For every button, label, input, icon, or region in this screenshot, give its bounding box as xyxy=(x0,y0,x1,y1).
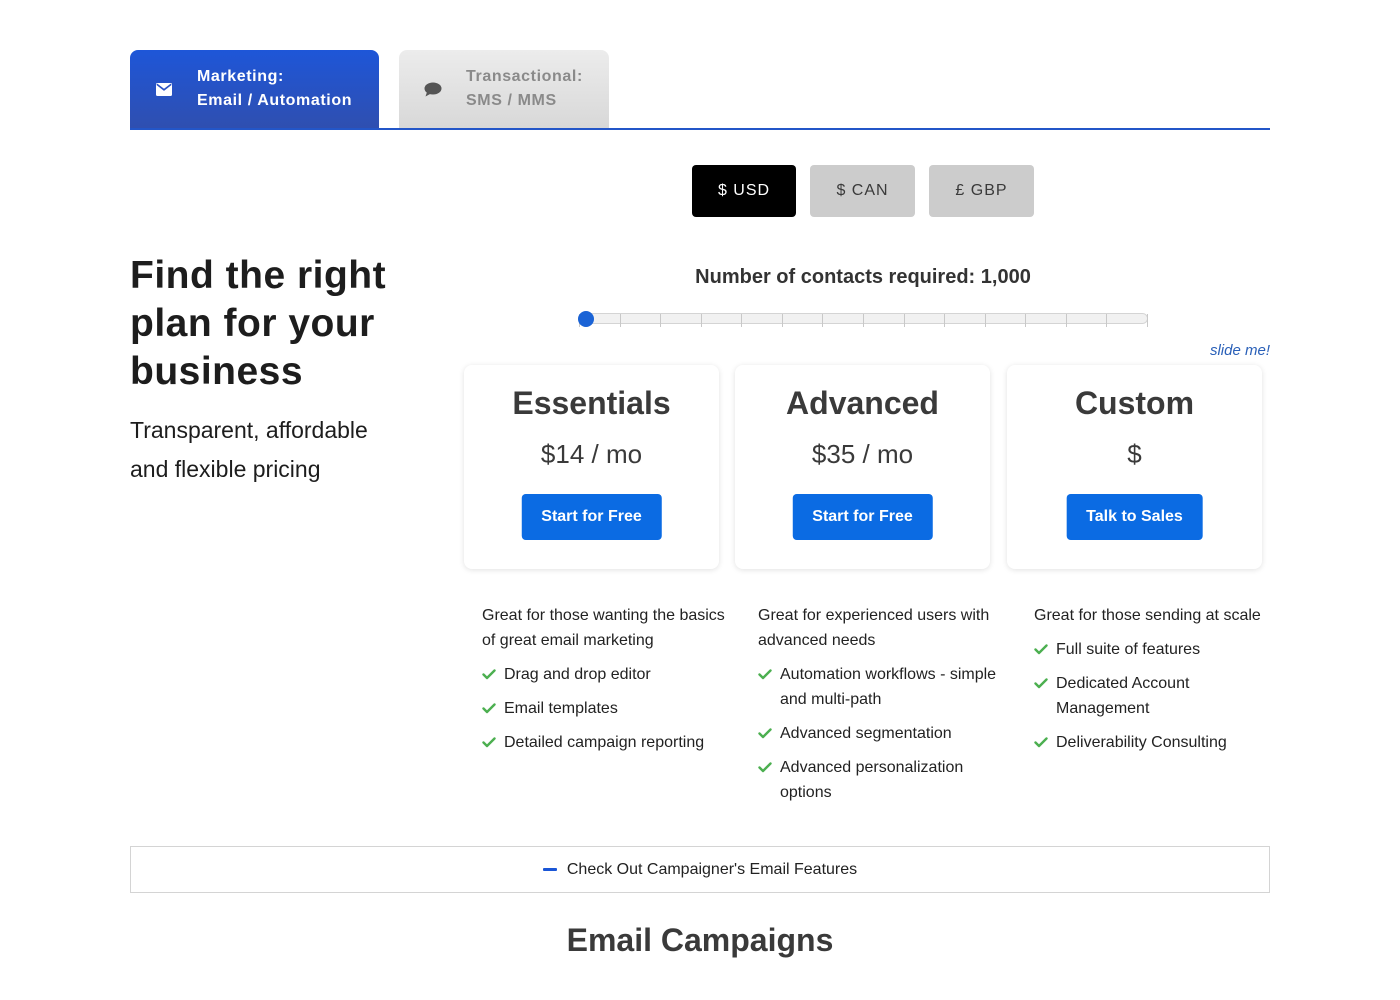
currency-can-button[interactable]: $ CAN xyxy=(810,165,915,217)
slider-tick xyxy=(1147,314,1148,327)
feature-item: Deliverability Consulting xyxy=(1034,730,1279,755)
contacts-slider-track[interactable] xyxy=(578,313,1148,327)
checkmark-icon xyxy=(482,662,504,687)
slider-hint: slide me! xyxy=(1209,342,1270,359)
plan-card-advanced: Advanced $35 / mo Start for Free xyxy=(735,365,990,569)
feature-text: Detailed campaign reporting xyxy=(504,734,705,751)
checkmark-icon xyxy=(482,730,504,755)
tab-marketing[interactable]: Marketing: Email / Automation xyxy=(130,50,379,128)
checkmark-icon xyxy=(482,696,504,721)
checkmark-icon xyxy=(1034,671,1056,696)
feature-item: Email templates xyxy=(482,696,727,721)
start-for-free-button[interactable]: Start for Free xyxy=(521,494,662,540)
slider-tick xyxy=(822,314,823,327)
slider-tick xyxy=(944,314,945,327)
currency-usd-button[interactable]: $ USD xyxy=(692,165,796,217)
slider-tick xyxy=(1106,314,1107,327)
currency-gbp-button[interactable]: £ GBP xyxy=(929,165,1034,217)
contacts-slider-handle[interactable] xyxy=(578,311,594,327)
feature-text: Drag and drop editor xyxy=(504,666,651,683)
tab-marketing-title: Marketing: xyxy=(197,68,284,85)
slider-tick xyxy=(782,314,783,327)
checkmark-icon xyxy=(1034,637,1056,662)
feature-item: Full suite of features xyxy=(1034,637,1279,662)
feature-item: Advanced segmentation xyxy=(758,721,1003,746)
feature-item: Advanced personalization options xyxy=(758,755,1003,805)
checkmark-icon xyxy=(758,755,780,780)
plan-description: Great for those wanting the basics of gr… xyxy=(482,607,725,649)
slider-tick xyxy=(863,314,864,327)
feature-text: Advanced segmentation xyxy=(780,725,952,742)
feature-text: Automation workflows - simple and multi-… xyxy=(780,666,997,708)
slider-tick xyxy=(660,314,661,327)
plan-card-essentials: Essentials $14 / mo Start for Free xyxy=(464,365,719,569)
slider-tick xyxy=(1066,314,1067,327)
feature-text: Deliverability Consulting xyxy=(1056,734,1227,751)
chat-bubble-icon xyxy=(399,82,466,97)
plan-name: Essentials xyxy=(512,385,671,421)
feature-item: Detailed campaign reporting xyxy=(482,730,727,755)
tab-transactional-subtitle: SMS / MMS xyxy=(466,92,557,109)
plan-price: $ xyxy=(1127,439,1142,469)
section-title: Email Campaigns xyxy=(566,922,834,958)
feature-text: Advanced personalization options xyxy=(780,759,964,801)
feature-text: Dedicated Account Management xyxy=(1056,675,1190,717)
plan-price: $14 / mo xyxy=(540,439,643,469)
feature-text: Email templates xyxy=(504,700,618,717)
start-for-free-button[interactable]: Start for Free xyxy=(792,494,933,540)
tab-transactional[interactable]: Transactional: SMS / MMS xyxy=(399,50,609,128)
slider-tick xyxy=(620,314,621,327)
feature-item: Drag and drop editor xyxy=(482,662,727,687)
plan-features-essentials: Great for those wanting the basics of gr… xyxy=(482,603,727,764)
email-features-accordion[interactable]: Check Out Campaigner's Email Features xyxy=(130,846,1270,893)
slider-tick xyxy=(1025,314,1026,327)
contacts-label: Number of contacts required: 1,000 xyxy=(695,266,1031,288)
minus-icon xyxy=(542,868,557,871)
slider-tick xyxy=(985,314,986,327)
feature-list: Drag and drop editor Email templates Det… xyxy=(482,662,727,755)
plan-name: Advanced xyxy=(786,385,939,421)
checkmark-icon xyxy=(758,721,780,746)
tab-transactional-title: Transactional: xyxy=(466,68,583,85)
plan-features-custom: Great for those sending at scale Full su… xyxy=(1034,603,1279,764)
page-subtitle: Transparent, affordable and flexible pri… xyxy=(130,417,368,482)
plan-price: $35 / mo xyxy=(811,439,914,469)
slider-tick xyxy=(701,314,702,327)
plan-card-custom: Custom $ Talk to Sales xyxy=(1007,365,1262,569)
plan-features-advanced: Great for experienced users with advance… xyxy=(758,603,1003,814)
pricing-page: Marketing: Email / Automation Transactio… xyxy=(0,0,1400,1000)
accordion-label: Check Out Campaigner's Email Features xyxy=(566,860,858,878)
envelope-icon xyxy=(130,82,197,96)
feature-item: Automation workflows - simple and multi-… xyxy=(758,662,1003,712)
feature-list: Automation workflows - simple and multi-… xyxy=(758,662,1003,805)
slider-tick xyxy=(741,314,742,327)
product-tabs: Marketing: Email / Automation Transactio… xyxy=(130,50,1270,130)
slider-tick xyxy=(904,314,905,327)
feature-item: Dedicated Account Management xyxy=(1034,671,1279,721)
feature-text: Full suite of features xyxy=(1056,641,1201,658)
checkmark-icon xyxy=(1034,730,1056,755)
talk-to-sales-button[interactable]: Talk to Sales xyxy=(1066,494,1203,540)
currency-selector: $ USD $ CAN £ GBP xyxy=(692,165,1034,217)
page-title: Find the right plan for your business xyxy=(130,254,387,393)
feature-list: Full suite of features Dedicated Account… xyxy=(1034,637,1279,755)
plan-description: Great for those sending at scale xyxy=(1034,607,1261,624)
tab-marketing-subtitle: Email / Automation xyxy=(197,92,353,109)
plan-description: Great for experienced users with advance… xyxy=(758,607,990,649)
checkmark-icon xyxy=(758,662,780,687)
plan-name: Custom xyxy=(1074,385,1195,421)
